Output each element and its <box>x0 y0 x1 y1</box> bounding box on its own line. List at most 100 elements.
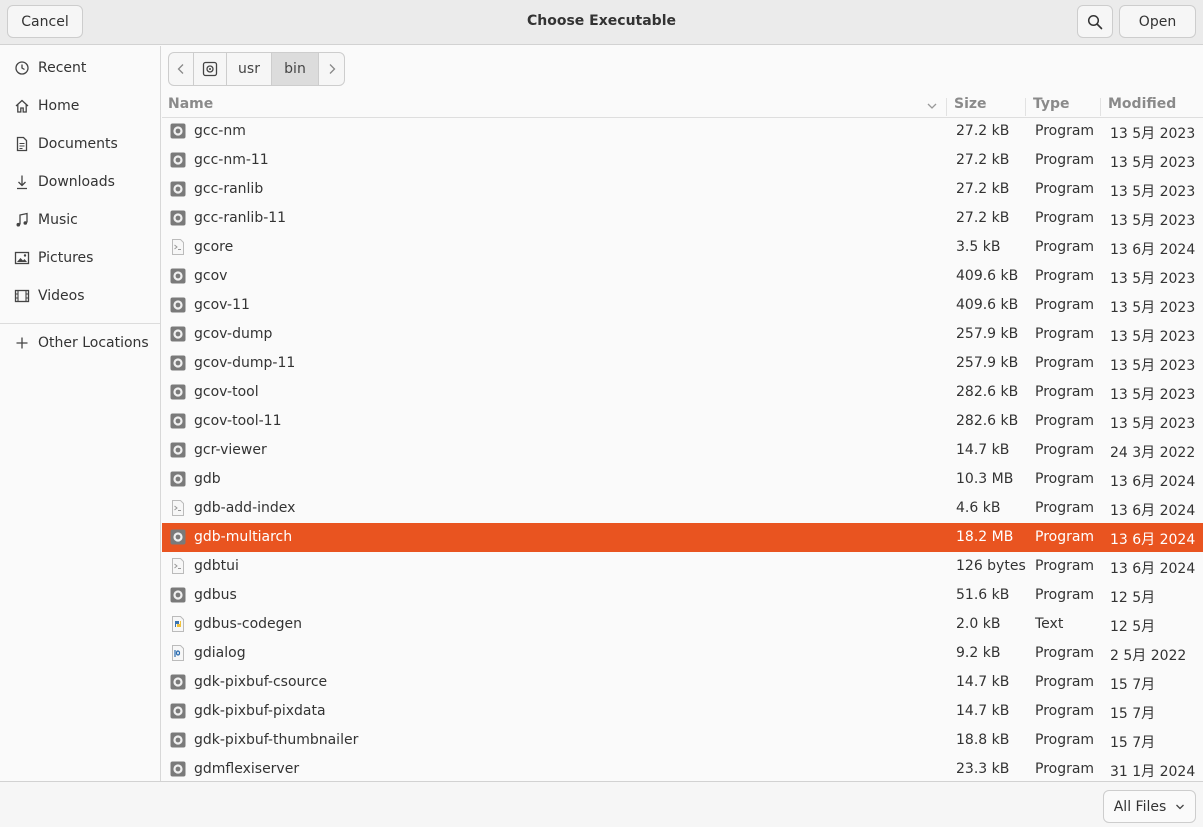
file-modified: 12 5月 <box>1110 590 1156 606</box>
file-row[interactable]: gdb-multiarch 18.2 MB Program 13 6月 2024 <box>162 523 1203 552</box>
file-type: Program <box>1035 239 1095 255</box>
file-name: gdb-add-index <box>194 500 296 516</box>
file-type: Program <box>1035 355 1095 371</box>
executable-icon <box>170 442 186 458</box>
file-modified: 13 6月 2024 <box>1110 242 1196 258</box>
path-forward-button[interactable] <box>319 53 344 85</box>
file-row[interactable]: gcc-nm 27.2 kB Program 13 5月 2023 <box>162 117 1203 146</box>
file-name: gcov-dump-11 <box>194 355 296 371</box>
file-browser: usr bin Name Size Type Modified gcc-nm 27… <box>162 46 1203 781</box>
footer-bar: All Files <box>0 781 1203 827</box>
script-icon <box>170 500 186 516</box>
file-name: gdbtui <box>194 558 239 574</box>
path-segment-root[interactable] <box>194 53 227 85</box>
file-row[interactable]: gdk-pixbuf-csource 14.7 kB Program 15 7月 <box>162 668 1203 697</box>
sidebar-item-other-locations[interactable]: Other Locations <box>0 326 160 360</box>
path-back-button[interactable] <box>169 53 194 85</box>
file-type: Program <box>1035 732 1095 748</box>
places-sidebar: Recent Home Documents Downloads Music Pi… <box>0 46 161 781</box>
file-row[interactable]: gdbtui 126 bytes Program 13 6月 2024 <box>162 552 1203 581</box>
file-name: gcr-viewer <box>194 442 267 458</box>
file-row[interactable]: gdmflexiserver 23.3 kB Program 31 1月 2024 <box>162 755 1203 784</box>
executable-icon <box>170 529 186 545</box>
file-size: 282.6 kB <box>956 384 1019 400</box>
file-row[interactable]: gdk-pixbuf-pixdata 14.7 kB Program 15 7月 <box>162 697 1203 726</box>
path-segment-usr[interactable]: usr <box>227 53 272 85</box>
executable-icon <box>170 384 186 400</box>
file-row[interactable]: gdialog 9.2 kB Program 2 5月 2022 <box>162 639 1203 668</box>
file-row[interactable]: gcore 3.5 kB Program 13 6月 2024 <box>162 233 1203 262</box>
sidebar-item-home[interactable]: Home <box>0 89 160 123</box>
column-separator <box>946 98 947 116</box>
file-filter-dropdown[interactable]: All Files <box>1103 790 1196 823</box>
column-header-name[interactable]: Name <box>168 96 213 112</box>
file-row[interactable]: gcov 409.6 kB Program 13 5月 2023 <box>162 262 1203 291</box>
file-modified: 13 5月 2023 <box>1110 329 1196 345</box>
sidebar-item-label: Recent <box>38 60 87 76</box>
open-button[interactable]: Open <box>1119 5 1196 38</box>
file-row[interactable]: gdbus 51.6 kB Program 12 5月 <box>162 581 1203 610</box>
file-size: 257.9 kB <box>956 355 1019 371</box>
file-type: Program <box>1035 674 1095 690</box>
file-modified: 13 5月 2023 <box>1110 184 1196 200</box>
file-name: gcc-nm <box>194 123 246 139</box>
video-icon <box>14 288 30 304</box>
column-header-modified[interactable]: Modified <box>1108 96 1176 112</box>
file-name: gdmflexiserver <box>194 761 300 777</box>
path-segment-bin[interactable]: bin <box>272 53 319 85</box>
file-row[interactable]: gdb 10.3 MB Program 13 6月 2024 <box>162 465 1203 494</box>
header-bar: Cancel Choose Executable Open <box>0 0 1203 45</box>
file-size: 4.6 kB <box>956 500 1001 516</box>
file-row[interactable]: gcc-nm-11 27.2 kB Program 13 5月 2023 <box>162 146 1203 175</box>
file-name: gcc-nm-11 <box>194 152 269 168</box>
file-row[interactable]: gdb-add-index 4.6 kB Program 13 6月 2024 <box>162 494 1203 523</box>
file-row[interactable]: gcc-ranlib-11 27.2 kB Program 13 5月 2023 <box>162 204 1203 233</box>
sidebar-item-label: Documents <box>38 136 118 152</box>
sidebar-item-videos[interactable]: Videos <box>0 279 160 313</box>
file-name: gcov <box>194 268 228 284</box>
sidebar-item-recent[interactable]: Recent <box>0 51 160 85</box>
sidebar-item-music[interactable]: Music <box>0 203 160 237</box>
file-size: 257.9 kB <box>956 326 1019 342</box>
sort-chevron-down-icon[interactable] <box>926 101 938 111</box>
file-row[interactable]: gcr-viewer 14.7 kB Program 24 3月 2022 <box>162 436 1203 465</box>
file-row[interactable]: gcov-tool-11 282.6 kB Program 13 5月 2023 <box>162 407 1203 436</box>
file-row[interactable]: gcov-dump-11 257.9 kB Program 13 5月 2023 <box>162 349 1203 378</box>
file-row[interactable]: gcc-ranlib 27.2 kB Program 13 5月 2023 <box>162 175 1203 204</box>
file-row[interactable]: gcov-11 409.6 kB Program 13 5月 2023 <box>162 291 1203 320</box>
file-modified: 13 5月 2023 <box>1110 213 1196 229</box>
file-row[interactable]: gcov-tool 282.6 kB Program 13 5月 2023 <box>162 378 1203 407</box>
file-modified: 13 6月 2024 <box>1110 532 1196 548</box>
file-size: 282.6 kB <box>956 413 1019 429</box>
file-row[interactable]: gcov-dump 257.9 kB Program 13 5月 2023 <box>162 320 1203 349</box>
music-icon <box>14 212 30 228</box>
file-row[interactable]: gdk-pixbuf-thumbnailer 18.8 kB Program 15 7… <box>162 726 1203 755</box>
file-type: Program <box>1035 123 1095 139</box>
search-button[interactable] <box>1077 5 1113 38</box>
executable-icon <box>170 703 186 719</box>
file-type: Program <box>1035 152 1095 168</box>
executable-icon <box>170 471 186 487</box>
file-size: 409.6 kB <box>956 268 1019 284</box>
file-size: 2.0 kB <box>956 616 1001 632</box>
file-name: gcov-tool <box>194 384 259 400</box>
executable-icon <box>170 210 186 226</box>
executable-icon <box>170 355 186 371</box>
column-header-type[interactable]: Type <box>1033 96 1070 112</box>
file-name: gdialog <box>194 645 246 661</box>
sidebar-item-downloads[interactable]: Downloads <box>0 165 160 199</box>
column-header-size[interactable]: Size <box>954 96 987 112</box>
file-type: Program <box>1035 529 1095 545</box>
file-row[interactable]: gdbus-codegen 2.0 kB Text 12 5月 <box>162 610 1203 639</box>
file-size: 126 bytes <box>956 558 1026 574</box>
sidebar-item-label: Pictures <box>38 250 94 266</box>
sidebar-item-pictures[interactable]: Pictures <box>0 241 160 275</box>
sidebar-item-label: Music <box>38 212 78 228</box>
file-type: Program <box>1035 471 1095 487</box>
file-size: 23.3 kB <box>956 761 1010 777</box>
executable-icon <box>170 181 186 197</box>
sidebar-divider <box>0 323 160 324</box>
chevron-right-icon <box>329 64 335 74</box>
sidebar-item-documents[interactable]: Documents <box>0 127 160 161</box>
file-size: 9.2 kB <box>956 645 1001 661</box>
